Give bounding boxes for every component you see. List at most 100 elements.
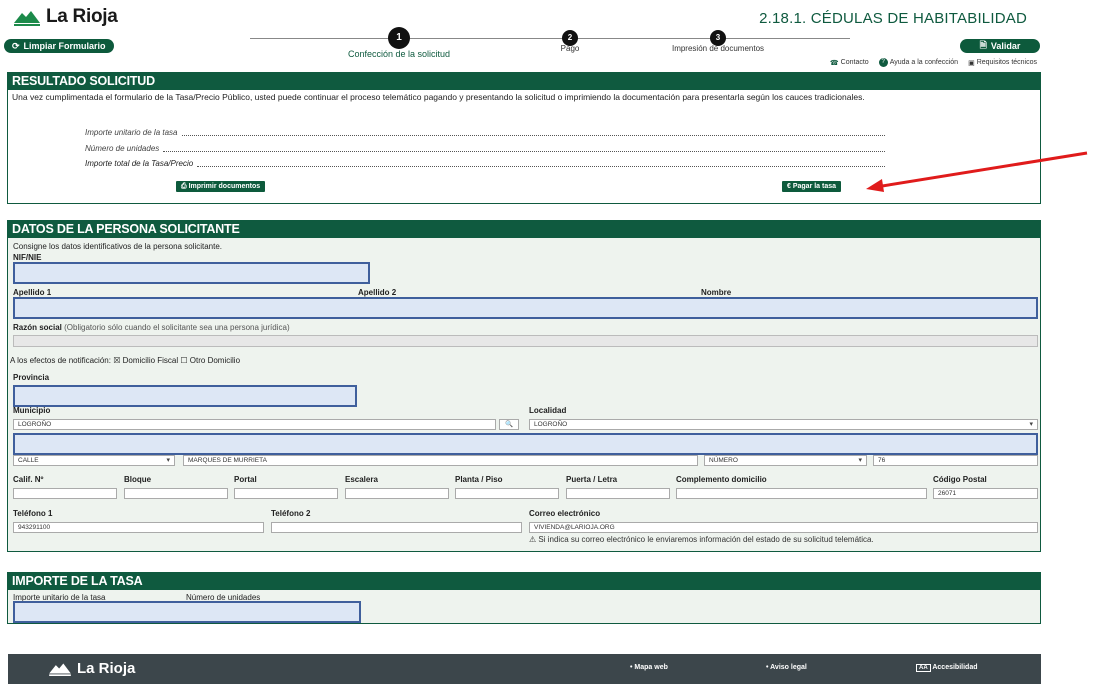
total-label: Importe total de la Tasa/Precio bbox=[85, 159, 194, 168]
contact-label: Contacto bbox=[840, 59, 869, 66]
total-row: Importe total de la Tasa/Precio bbox=[85, 159, 885, 168]
other-address-label: Otro Domicilio bbox=[189, 356, 241, 365]
help-label: Ayuda a la confección bbox=[889, 59, 959, 66]
email-label: Correo electrónico bbox=[529, 509, 601, 518]
unit-price-label: Importe unitario de la tasa bbox=[85, 128, 178, 137]
warning-icon: ⚠ bbox=[529, 535, 537, 544]
complement-input[interactable] bbox=[676, 488, 927, 499]
street-name-input[interactable]: MARQUES DE MURRIETA bbox=[183, 455, 698, 466]
applicant-intro: Consigne los datos identificativos de la… bbox=[13, 242, 223, 251]
notification-label: A los efectos de notificación: bbox=[10, 356, 111, 365]
fee-title: IMPORTE DE LA TASA bbox=[8, 573, 1040, 590]
street-type-select[interactable]: CALLE bbox=[13, 455, 175, 466]
phone1-input[interactable]: 943291100 bbox=[13, 522, 264, 533]
phone2-input[interactable] bbox=[271, 522, 522, 533]
name-label: Nombre bbox=[701, 288, 732, 297]
print-icon: ⎙ bbox=[181, 183, 187, 190]
print-documents-button[interactable]: ⎙ Imprimir documentos bbox=[176, 181, 266, 192]
locality-select[interactable]: LOGROÑO bbox=[529, 419, 1038, 430]
calif-input[interactable] bbox=[13, 488, 117, 499]
fiscal-address-checkbox[interactable]: ☒ bbox=[113, 356, 120, 365]
municipality-input[interactable]: LOGROÑO bbox=[13, 419, 496, 430]
pay-fee-button[interactable]: € Pagar la tasa bbox=[782, 181, 842, 192]
unit-price-row: Importe unitario de la tasa bbox=[85, 128, 885, 137]
result-text: Una vez cumplimentada el formulario de l… bbox=[12, 92, 865, 102]
floor-input[interactable] bbox=[455, 488, 559, 499]
applicant-panel: DATOS DE LA PERSONA SOLICITANTE Consigne… bbox=[7, 220, 1041, 552]
complement-label: Complemento domicilio bbox=[676, 475, 767, 484]
clear-form-button[interactable]: ⟳ Limpiar Formulario bbox=[4, 39, 114, 53]
email-note-text: Si indica su correo electrónico le envia… bbox=[538, 535, 874, 544]
step-2-label: Pago bbox=[560, 44, 580, 53]
logo-text: La Rioja bbox=[46, 6, 118, 27]
door-label: Puerta / Letra bbox=[566, 475, 618, 484]
municipality-label: Municipio bbox=[13, 406, 51, 415]
requirements-label: Requisitos técnicos bbox=[976, 59, 1037, 66]
units-label: Número de unidades bbox=[85, 144, 160, 153]
accessibility-label: Accesibilidad bbox=[932, 664, 978, 671]
help-link[interactable]: ? Ayuda a la confección bbox=[878, 58, 959, 67]
mountains-logo-icon bbox=[14, 11, 40, 26]
address-input[interactable] bbox=[13, 433, 1038, 455]
monitor-icon: ▣ bbox=[968, 59, 975, 67]
fee-input[interactable] bbox=[13, 601, 361, 623]
surname2-label: Apellido 2 bbox=[358, 288, 397, 297]
procedure-title: 2.18.1. CÉDULAS DE HABITABILIDAD bbox=[759, 10, 1027, 27]
sitemap-label: Mapa web bbox=[634, 664, 668, 671]
document-icon: 🗎 bbox=[979, 40, 987, 50]
full-name-input[interactable] bbox=[13, 297, 1038, 319]
other-address-checkbox[interactable]: ☐ bbox=[180, 356, 187, 365]
number-input[interactable]: 76 bbox=[873, 455, 1038, 466]
portal-input[interactable] bbox=[234, 488, 338, 499]
progress-steps: 1 Confección de la solicitud 2 Pago 3 Im… bbox=[250, 27, 850, 60]
annotation-arrow bbox=[866, 151, 1088, 192]
search-icon[interactable]: 🔍 bbox=[499, 419, 519, 430]
footer-logo[interactable]: La Rioja bbox=[48, 660, 135, 677]
notification-row: A los efectos de notificación: ☒ Domicil… bbox=[10, 356, 240, 365]
step-3-label: Impresión de documentos bbox=[671, 44, 765, 53]
contact-link[interactable]: ☎ Contacto bbox=[830, 59, 869, 67]
bullet-icon: • bbox=[630, 664, 633, 671]
footer-logo-text: La Rioja bbox=[77, 660, 136, 677]
business-name-label: Razón social (Obligatorio sólo cuando el… bbox=[13, 323, 290, 332]
province-input[interactable] bbox=[13, 385, 357, 407]
clear-form-label: Limpiar Formulario bbox=[23, 41, 106, 51]
help-icon: ? bbox=[878, 58, 888, 67]
business-name-input[interactable] bbox=[13, 335, 1038, 347]
accessibility-link[interactable]: AA Accesibilidad bbox=[916, 664, 978, 672]
postal-code-label: Código Postal bbox=[933, 475, 987, 484]
fiscal-address-label: Domicilio Fiscal bbox=[122, 356, 179, 365]
locality-label: Localidad bbox=[529, 406, 567, 415]
floor-label: Planta / Piso bbox=[455, 475, 503, 484]
accessibility-icon: AA bbox=[916, 664, 931, 672]
block-label: Bloque bbox=[124, 475, 152, 484]
door-input[interactable] bbox=[566, 488, 670, 499]
result-title: RESULTADO SOLICITUD bbox=[8, 73, 1040, 90]
validate-button[interactable]: 🗎 Validar bbox=[960, 39, 1040, 53]
block-input[interactable] bbox=[124, 488, 228, 499]
phone-icon: ☎ bbox=[829, 59, 839, 67]
province-label: Provincia bbox=[13, 373, 50, 382]
postal-code-input[interactable]: 26071 bbox=[933, 488, 1038, 499]
applicant-title: DATOS DE LA PERSONA SOLICITANTE bbox=[8, 221, 1040, 238]
site-footer: La Rioja • Mapa web • Aviso legal AA Acc… bbox=[8, 654, 1041, 684]
phone1-label: Teléfono 1 bbox=[13, 509, 53, 518]
print-label: Imprimir documentos bbox=[188, 183, 261, 190]
number-type-select[interactable]: NÚMERO bbox=[704, 455, 867, 466]
nif-input[interactable] bbox=[13, 262, 370, 284]
site-logo[interactable]: La Rioja bbox=[13, 6, 118, 28]
bullet-icon: • bbox=[766, 664, 769, 671]
help-links: ☎ Contacto ? Ayuda a la confección ▣ Requis… bbox=[830, 58, 1037, 67]
email-input[interactable]: VIVIENDA@LARIOJA.ORG bbox=[529, 522, 1038, 533]
requirements-link[interactable]: ▣ Requisitos técnicos bbox=[968, 59, 1037, 67]
mountains-logo-icon bbox=[49, 663, 71, 676]
phone2-label: Teléfono 2 bbox=[271, 509, 311, 518]
surname1-label: Apellido 1 bbox=[13, 288, 52, 297]
stair-input[interactable] bbox=[345, 488, 449, 499]
legal-notice-link[interactable]: • Aviso legal bbox=[766, 664, 807, 671]
stair-label: Escalera bbox=[345, 475, 378, 484]
portal-label: Portal bbox=[234, 475, 257, 484]
sitemap-link[interactable]: • Mapa web bbox=[630, 664, 668, 671]
validate-label: Validar bbox=[990, 41, 1021, 51]
calif-label: Calif. Nº bbox=[13, 475, 44, 484]
